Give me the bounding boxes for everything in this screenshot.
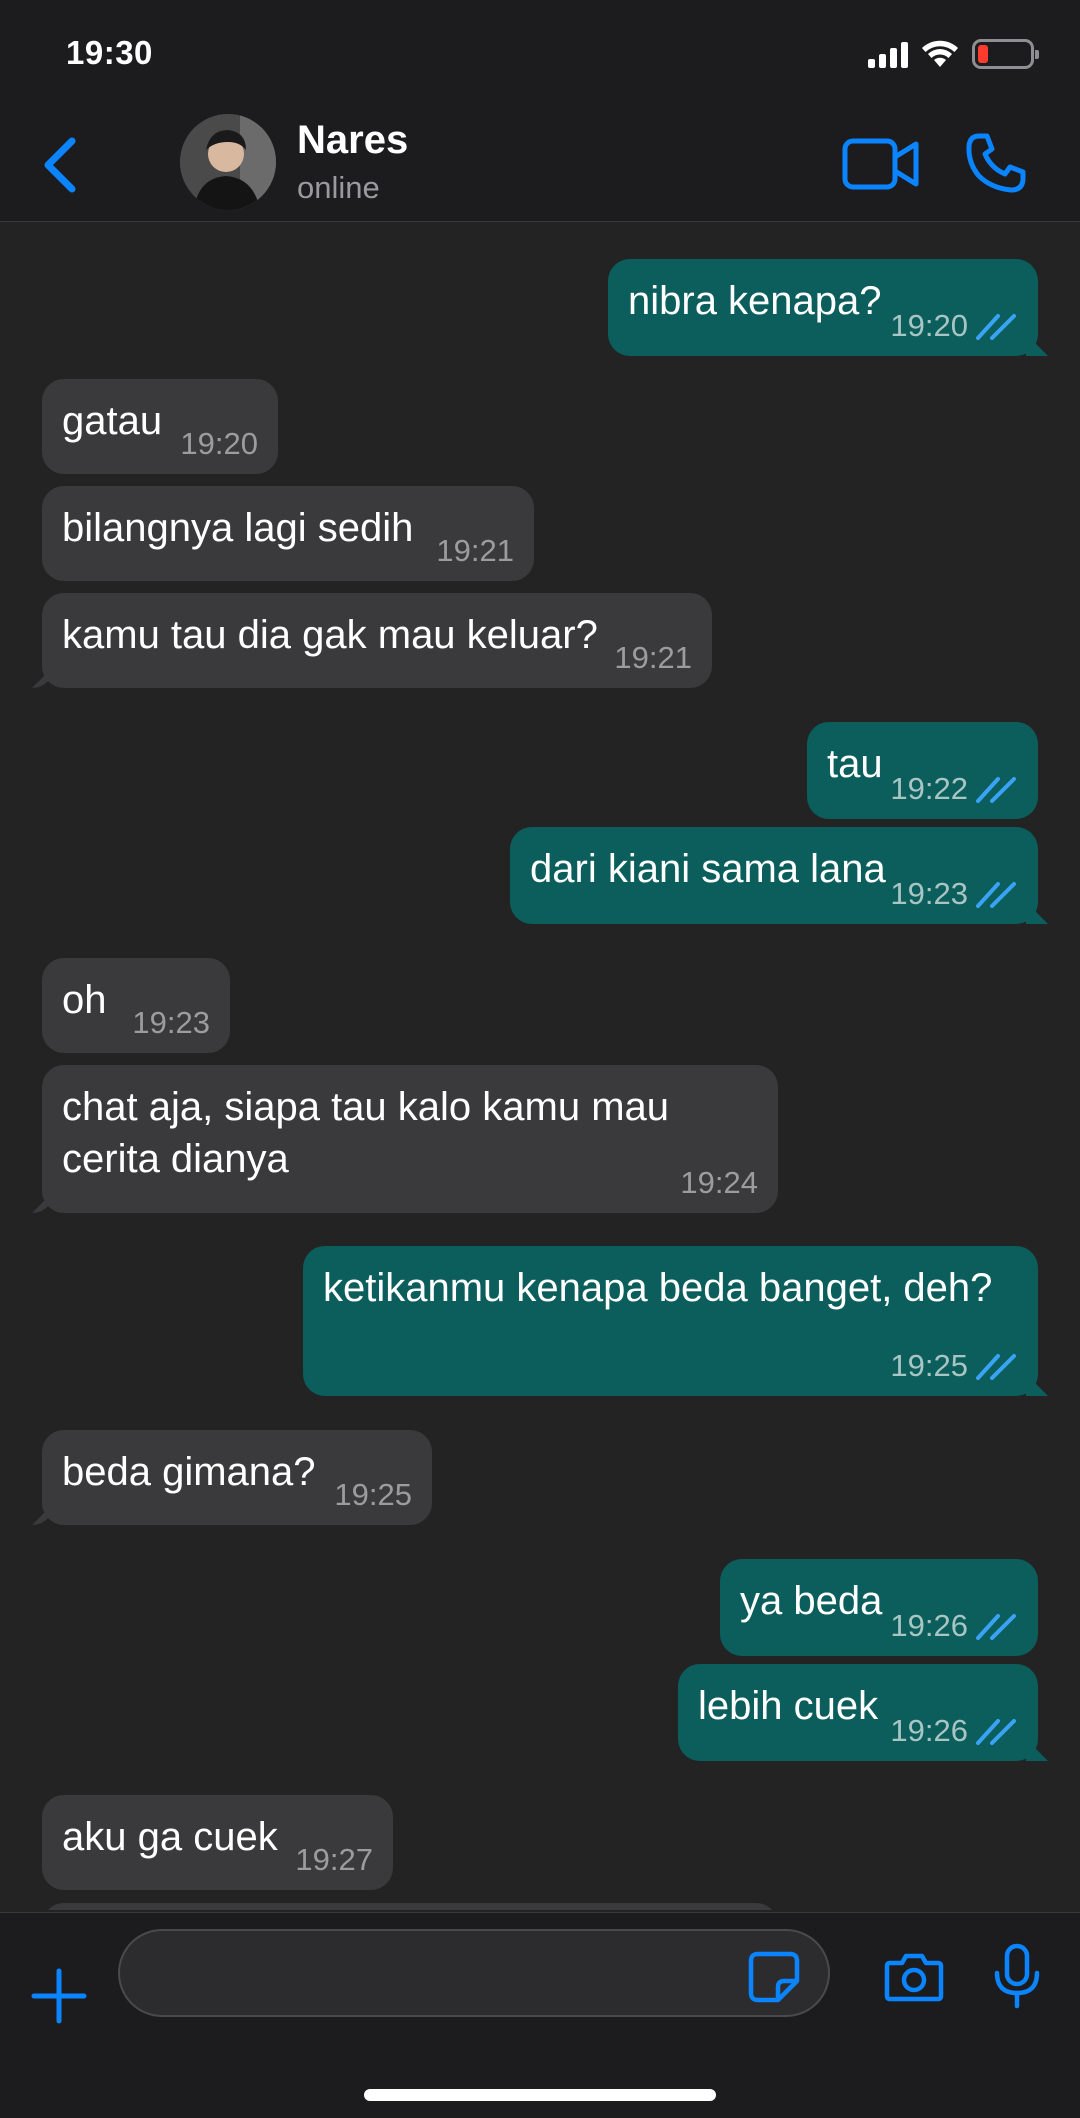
read-ticks-icon bbox=[976, 777, 1016, 803]
battery-level bbox=[978, 45, 988, 63]
message-text: dari kiani sama lana bbox=[530, 847, 886, 891]
message-text: bilangnya lagi sedih bbox=[62, 506, 414, 550]
video-call-button[interactable] bbox=[842, 135, 920, 193]
message-bubble-outgoing[interactable]: ketikanmu kenapa beda banget, deh? 19:25 bbox=[303, 1246, 1038, 1396]
contact-name[interactable]: Nares bbox=[297, 118, 408, 163]
read-ticks-icon bbox=[976, 1354, 1016, 1380]
message-bubble-incoming[interactable]: chat aja, siapa tau kalo kamu mau cerita… bbox=[42, 1065, 778, 1213]
message-time: 19:20 bbox=[890, 308, 968, 343]
message-time: 19:21 bbox=[436, 533, 514, 568]
sticker-icon bbox=[748, 1951, 800, 2003]
video-camera-icon bbox=[842, 138, 919, 190]
message-time: 19:22 bbox=[890, 771, 968, 806]
camera-icon bbox=[884, 1953, 944, 2002]
message-time: 19:27 bbox=[295, 1842, 373, 1877]
sticker-button[interactable] bbox=[748, 1951, 800, 2003]
message-text: oh bbox=[62, 978, 107, 1022]
message-bubble-outgoing[interactable]: lebih cuek 19:26 bbox=[678, 1664, 1038, 1761]
voice-message-button[interactable] bbox=[992, 1943, 1042, 2009]
read-ticks-icon bbox=[976, 314, 1016, 340]
cellular-signal-icon bbox=[868, 40, 908, 68]
message-text: ketikanmu kenapa beda banget, deh? bbox=[323, 1266, 993, 1310]
chat-screen: 19:30 Nares online nibra kenapa? 19:20 g… bbox=[0, 0, 1080, 2118]
message-text: beda gimana? bbox=[62, 1450, 316, 1494]
message-time: 19:21 bbox=[614, 640, 692, 675]
read-ticks-icon bbox=[976, 1719, 1016, 1745]
message-time: 19:25 bbox=[334, 1477, 412, 1512]
back-button[interactable] bbox=[30, 130, 90, 200]
wifi-icon bbox=[922, 40, 958, 67]
message-bubble-outgoing[interactable]: nibra kenapa? 19:20 bbox=[608, 259, 1038, 356]
status-icons bbox=[868, 36, 1039, 72]
message-bubble-incoming[interactable]: oh 19:23 bbox=[42, 958, 230, 1053]
camera-button[interactable] bbox=[884, 1951, 944, 2003]
home-indicator[interactable] bbox=[364, 2089, 716, 2101]
message-time: 19:25 bbox=[890, 1348, 968, 1383]
status-time: 19:30 bbox=[66, 34, 153, 71]
voice-call-button[interactable] bbox=[965, 132, 1027, 194]
message-bubble-incoming-partial[interactable] bbox=[42, 1903, 778, 1910]
message-text: gatau bbox=[62, 399, 163, 443]
message-text: kamu tau dia gak mau keluar? bbox=[62, 613, 598, 657]
read-ticks-icon bbox=[976, 1614, 1016, 1640]
message-bubble-incoming[interactable]: kamu tau dia gak mau keluar? 19:21 bbox=[42, 593, 712, 688]
message-input[interactable] bbox=[118, 1929, 830, 2017]
message-text: lebih cuek bbox=[698, 1684, 879, 1728]
message-bubble-incoming[interactable]: beda gimana? 19:25 bbox=[42, 1430, 432, 1525]
message-bubble-outgoing[interactable]: tau 19:22 bbox=[807, 722, 1038, 819]
message-bubble-incoming[interactable]: bilangnya lagi sedih 19:21 bbox=[42, 486, 534, 581]
message-text: chat aja, siapa tau kalo kamu mau cerita… bbox=[62, 1085, 670, 1181]
message-text: tau bbox=[827, 742, 883, 786]
avatar-image bbox=[180, 114, 276, 210]
microphone-icon bbox=[994, 1943, 1040, 2009]
message-time: 19:23 bbox=[132, 1005, 210, 1040]
read-ticks-icon bbox=[976, 882, 1016, 908]
contact-avatar[interactable] bbox=[180, 114, 276, 210]
message-bubble-outgoing[interactable]: dari kiani sama lana 19:23 bbox=[510, 827, 1038, 924]
contact-status: online bbox=[297, 170, 380, 205]
message-composer bbox=[0, 1912, 1080, 2118]
message-list[interactable]: nibra kenapa? 19:20 gatau 19:20 bilangny… bbox=[0, 223, 1080, 1910]
message-bubble-outgoing[interactable]: ya beda 19:26 bbox=[720, 1559, 1038, 1656]
message-text: nibra kenapa? bbox=[628, 279, 882, 323]
message-text: aku ga cuek bbox=[62, 1815, 278, 1859]
phone-icon bbox=[966, 133, 1026, 193]
message-time: 19:24 bbox=[680, 1165, 758, 1200]
message-time: 19:23 bbox=[890, 876, 968, 911]
message-bubble-incoming[interactable]: gatau 19:20 bbox=[42, 379, 278, 474]
chevron-left-icon bbox=[44, 137, 76, 193]
message-bubble-incoming[interactable]: aku ga cuek 19:27 bbox=[42, 1795, 393, 1890]
battery-icon bbox=[972, 39, 1039, 69]
message-time: 19:26 bbox=[890, 1608, 968, 1643]
message-time: 19:26 bbox=[890, 1713, 968, 1748]
message-text: ya beda bbox=[740, 1579, 883, 1623]
plus-icon bbox=[31, 1968, 87, 2024]
attach-button[interactable] bbox=[30, 1967, 88, 2025]
chat-header: 19:30 Nares online bbox=[0, 0, 1080, 222]
message-time: 19:20 bbox=[180, 426, 258, 461]
